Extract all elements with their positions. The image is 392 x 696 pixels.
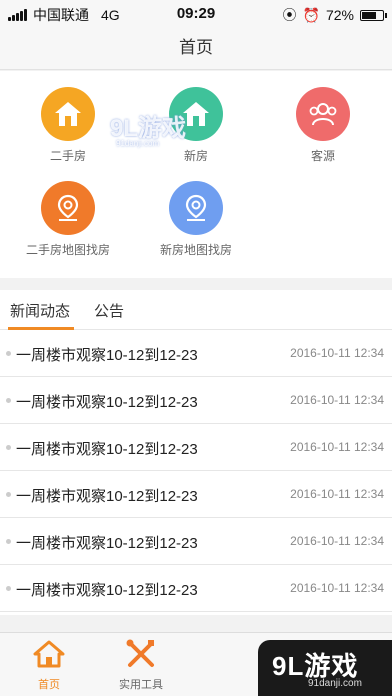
bullet-icon — [6, 492, 11, 497]
grid-item-new-house[interactable]: 新房 — [131, 87, 261, 164]
logo-subtext: 91danji.com — [308, 678, 362, 689]
bullet-icon — [6, 539, 11, 544]
tabbar-item-tools[interactable]: 实用工具 — [101, 639, 181, 692]
grid-item-label: 二手房地图找房 — [25, 243, 110, 257]
news-row[interactable]: 一周楼市观察10-12到12-23 2016-10-11 12:34 — [0, 565, 392, 612]
grid-item-customers[interactable]: 客源 — [258, 87, 388, 164]
news-date: 2016-10-11 12:34 — [290, 487, 384, 501]
map-pin-icon — [169, 181, 223, 235]
bullet-icon — [6, 445, 11, 450]
battery-percent: 72% — [325, 7, 354, 23]
status-bar: 中国联通 4G 09:29 ⦿ ⏰ 72% — [0, 0, 392, 28]
news-title: 一周楼市观察10-12到12-23 — [16, 394, 198, 411]
house-icon — [41, 87, 95, 141]
map-pin-icon — [41, 181, 95, 235]
grid-item-new-house-map[interactable]: 新房地图找房 — [131, 181, 261, 258]
page-title: 首页 — [179, 38, 213, 57]
news-row[interactable]: 一周楼市观察10-12到12-23 2016-10-11 12:34 — [0, 471, 392, 518]
house-icon — [169, 87, 223, 141]
feature-grid: 二手房 新房 客源 二手房地图找房 新房地图找房 — [0, 71, 392, 278]
news-title: 一周楼市观察10-12到12-23 — [16, 488, 198, 505]
tabbar-item-home[interactable]: 首页 — [9, 639, 89, 692]
bullet-icon — [6, 586, 11, 591]
news-row[interactable]: 一周楼市观察10-12到12-23 2016-10-11 12:34 — [0, 424, 392, 471]
news-title: 一周楼市观察10-12到12-23 — [16, 441, 198, 458]
battery-icon — [360, 9, 387, 21]
grid-item-second-hand[interactable]: 二手房 — [3, 87, 133, 164]
news-date: 2016-10-11 12:34 — [290, 393, 384, 407]
grid-item-label: 客源 — [310, 149, 335, 163]
nav-bar: 首页 — [0, 28, 392, 70]
site-logo-badge: 9L游戏 91danji.com — [258, 640, 392, 696]
alarm-icon: ⏰ — [302, 6, 320, 23]
news-date: 2016-10-11 12:34 — [290, 534, 384, 548]
tabbar-label: 首页 — [38, 679, 60, 691]
house-icon — [33, 640, 65, 668]
grid-item-label: 新房 — [183, 149, 208, 163]
news-section: 新闻动态 公告 一周楼市观察10-12到12-23 2016-10-11 12:… — [0, 290, 392, 615]
news-tabs: 新闻动态 公告 — [0, 290, 392, 330]
tabbar-label: 实用工具 — [119, 679, 163, 691]
news-row[interactable]: 一周楼市观察10-12到12-23 2016-10-11 12:34 — [0, 518, 392, 565]
news-date: 2016-10-11 12:34 — [290, 346, 384, 360]
rotation-lock-icon: ⦿ — [282, 7, 297, 23]
grid-item-label: 二手房 — [49, 149, 86, 163]
news-title: 一周楼市观察10-12到12-23 — [16, 582, 198, 599]
news-title: 一周楼市观察10-12到12-23 — [16, 535, 198, 552]
grid-item-label: 新房地图找房 — [159, 243, 232, 257]
tab-news[interactable]: 新闻动态 — [10, 300, 70, 321]
status-right: ⦿ ⏰ 72% — [282, 5, 387, 25]
bullet-icon — [6, 351, 11, 356]
news-title: 一周楼市观察10-12到12-23 — [16, 347, 198, 364]
tab-announcements[interactable]: 公告 — [94, 300, 124, 321]
news-row[interactable]: 一周楼市观察10-12到12-23 2016-10-11 12:34 — [0, 330, 392, 377]
news-date: 2016-10-11 12:34 — [290, 581, 384, 595]
people-icon — [296, 87, 350, 141]
grid-item-second-hand-map[interactable]: 二手房地图找房 — [3, 181, 133, 258]
bullet-icon — [6, 398, 11, 403]
news-row[interactable]: 一周楼市观察10-12到12-23 2016-10-11 12:34 — [0, 377, 392, 424]
news-date: 2016-10-11 12:34 — [290, 440, 384, 454]
tools-icon — [126, 639, 154, 667]
